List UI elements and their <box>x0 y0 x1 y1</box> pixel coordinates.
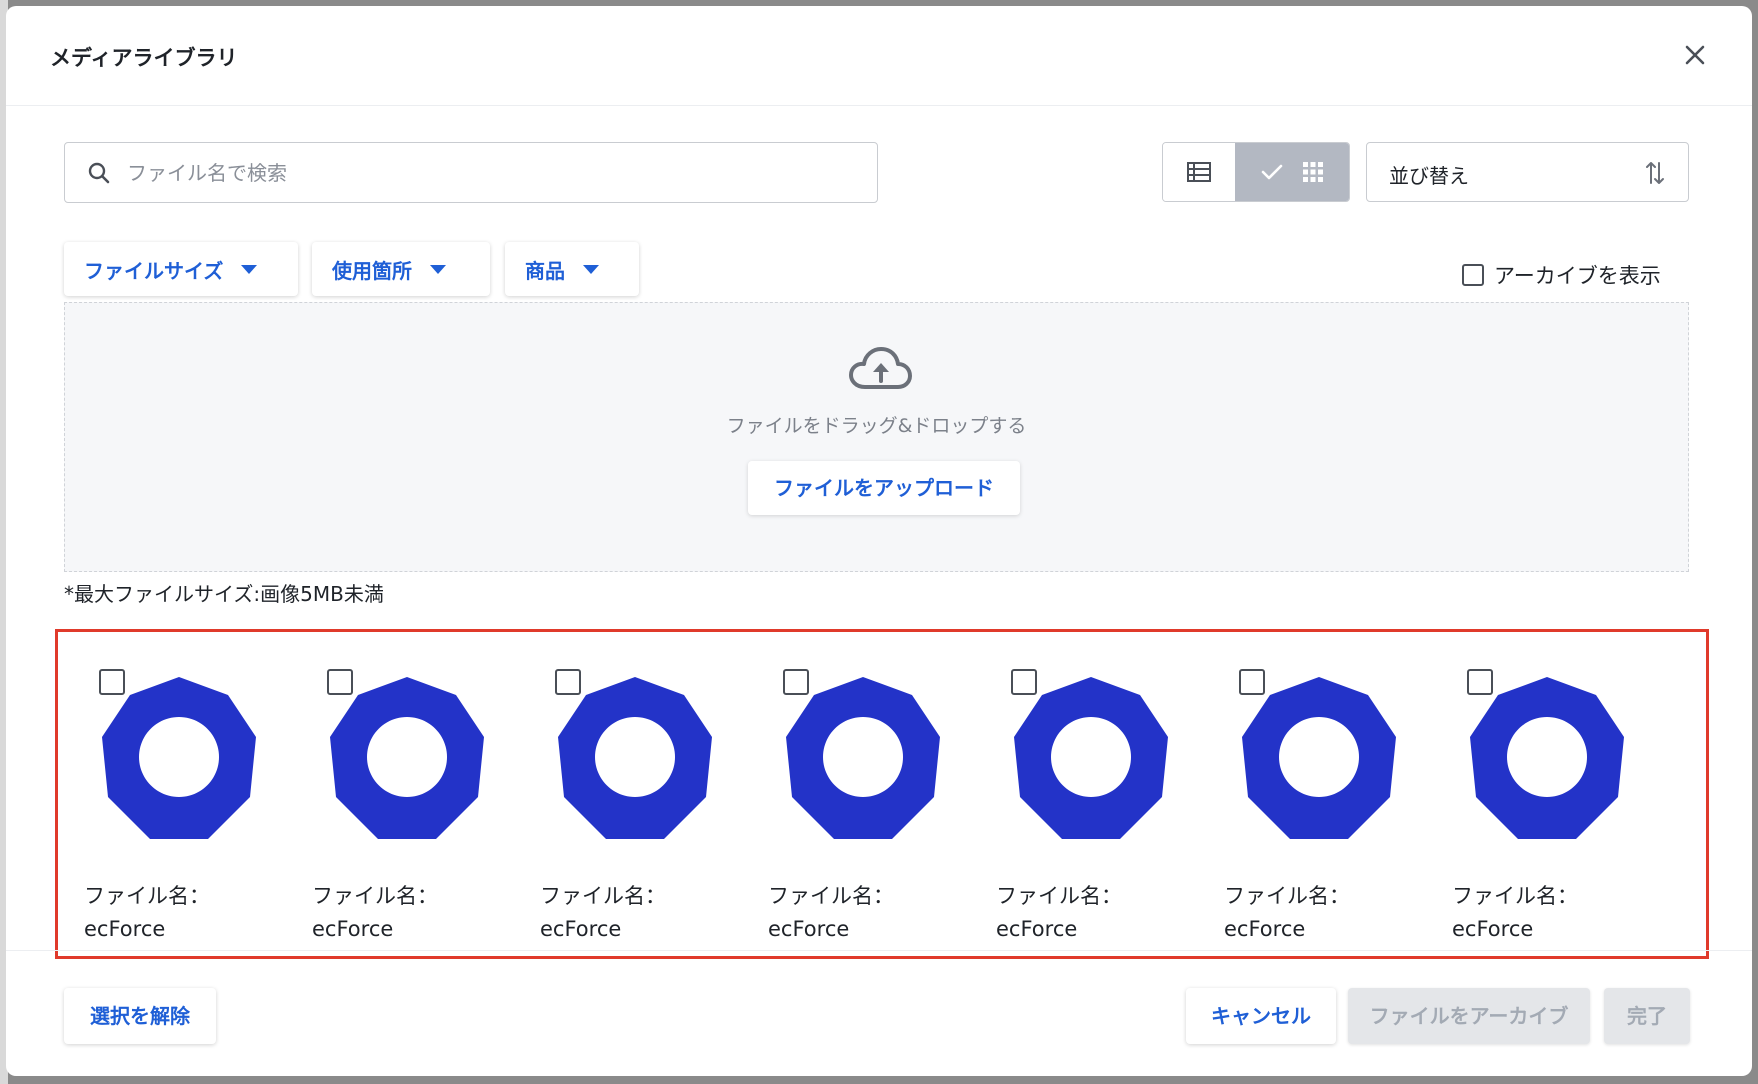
list-view-icon <box>1187 162 1211 182</box>
search-input[interactable] <box>127 143 867 202</box>
file-select-checkbox[interactable] <box>555 669 581 695</box>
file-select-checkbox[interactable] <box>1239 669 1265 695</box>
grid-view-icon <box>1303 162 1323 182</box>
list-view-button[interactable] <box>1163 143 1235 201</box>
max-file-size-note: *最大ファイルサイズ:画像5MB未満 <box>64 582 384 606</box>
filter-label: 使用箇所 <box>332 258 412 283</box>
filter-usage[interactable]: 使用箇所 <box>312 242 490 296</box>
file-thumbnail <box>786 677 940 839</box>
show-archive-checkbox[interactable] <box>1462 264 1484 286</box>
file-tile[interactable]: ファイル名： ecForce <box>514 632 714 952</box>
file-name: ファイル名： ecForce <box>84 880 210 946</box>
file-name: ファイル名： ecForce <box>768 880 894 946</box>
file-select-checkbox[interactable] <box>327 669 353 695</box>
file-dropzone[interactable]: ファイルをドラッグ&ドロップする ファイルをアップロード <box>64 302 1689 572</box>
sort-arrows-icon <box>1646 162 1664 184</box>
file-name: ファイル名： ecForce <box>996 880 1122 946</box>
dropzone-text: ファイルをドラッグ&ドロップする <box>726 415 1027 437</box>
file-tile[interactable]: ファイル名： ecForce <box>970 632 1170 952</box>
upload-file-button[interactable]: ファイルをアップロード <box>748 461 1020 515</box>
file-thumbnail <box>1014 677 1168 839</box>
media-library-modal: メディアライブラリ ファイル名で検索 並び替え ファイルサイズ 使用箇所 商品 … <box>6 6 1752 1076</box>
filter-file-size[interactable]: ファイルサイズ <box>64 242 298 296</box>
file-name-label: ファイル名： <box>1224 884 1350 908</box>
file-name-value: ecForce <box>312 917 394 941</box>
deselect-button[interactable]: 選択を解除 <box>64 988 216 1044</box>
sort-dropdown[interactable]: 並び替え <box>1366 142 1689 202</box>
file-name-value: ecForce <box>1452 917 1534 941</box>
file-thumbnail <box>558 677 712 839</box>
file-tile[interactable]: ファイル名： ecForce <box>1198 632 1398 952</box>
file-tile[interactable]: ファイル名： ecForce <box>58 632 258 952</box>
file-name-label: ファイル名： <box>1452 884 1578 908</box>
file-thumbnail <box>1470 677 1624 839</box>
file-grid: ファイル名： ecForce ファイル名： ecForce ファイル名： ecForce フ… <box>55 629 1709 959</box>
filter-label: 商品 <box>525 258 565 283</box>
show-archive-toggle[interactable]: アーカイブを表示 <box>1462 260 1661 290</box>
search-box <box>64 142 878 203</box>
file-select-checkbox[interactable] <box>99 669 125 695</box>
cloud-upload-icon <box>849 347 912 389</box>
modal-header: メディアライブラリ <box>6 6 1752 106</box>
file-thumbnail <box>1242 677 1396 839</box>
check-icon <box>1261 164 1283 180</box>
show-archive-label: アーカイブを表示 <box>1494 264 1661 288</box>
done-button[interactable]: 完了 <box>1604 988 1690 1044</box>
file-name-value: ecForce <box>540 917 622 941</box>
file-tile[interactable]: ファイル名： ecForce <box>1426 632 1626 952</box>
filter-product[interactable]: 商品 <box>505 242 639 296</box>
close-icon <box>1685 45 1705 65</box>
file-name: ファイル名： ecForce <box>1224 880 1350 946</box>
file-name-value: ecForce <box>84 917 166 941</box>
caret-down-icon <box>430 264 446 274</box>
grid-view-button[interactable] <box>1235 143 1349 201</box>
caret-down-icon <box>241 264 258 274</box>
file-thumbnail <box>330 677 484 839</box>
file-select-checkbox[interactable] <box>1467 669 1493 695</box>
file-name-label: ファイル名： <box>540 884 666 908</box>
file-select-checkbox[interactable] <box>783 669 809 695</box>
file-name: ファイル名： ecForce <box>312 880 438 946</box>
file-select-checkbox[interactable] <box>1011 669 1037 695</box>
file-name-value: ecForce <box>1224 917 1306 941</box>
file-name: ファイル名： ecForce <box>540 880 666 946</box>
file-tile[interactable]: ファイル名： ecForce <box>742 632 942 952</box>
search-icon <box>88 162 110 184</box>
footer-divider <box>6 950 1752 951</box>
sort-label: 並び替え <box>1389 164 1469 188</box>
modal-title: メディアライブラリ <box>50 46 238 70</box>
file-name-value: ecForce <box>996 917 1078 941</box>
file-thumbnail <box>102 677 256 839</box>
caret-down-icon <box>583 264 599 274</box>
close-button[interactable] <box>1680 40 1710 70</box>
file-tile[interactable]: ファイル名： ecForce <box>286 632 486 952</box>
view-toggle <box>1162 142 1350 202</box>
file-name-label: ファイル名： <box>84 884 210 908</box>
file-name: ファイル名： ecForce <box>1452 880 1578 946</box>
file-name-value: ecForce <box>768 917 850 941</box>
file-name-label: ファイル名： <box>996 884 1122 908</box>
file-name-label: ファイル名： <box>768 884 894 908</box>
file-name-label: ファイル名： <box>312 884 438 908</box>
archive-files-button[interactable]: ファイルをアーカイブ <box>1348 988 1590 1044</box>
cancel-button[interactable]: キャンセル <box>1186 988 1336 1044</box>
filter-label: ファイルサイズ <box>84 258 224 283</box>
